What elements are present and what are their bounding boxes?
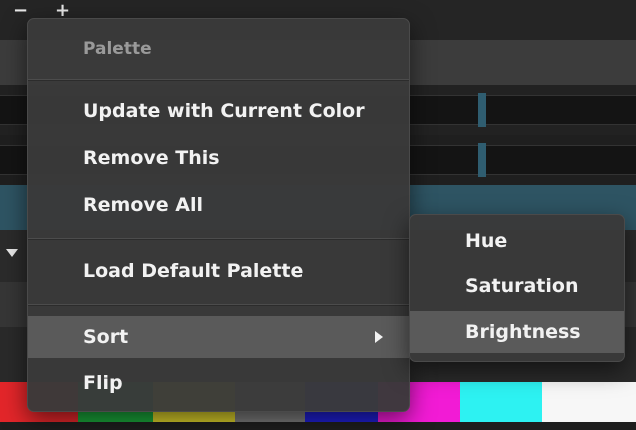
sort-item[interactable]: Sort bbox=[28, 316, 409, 358]
swatch[interactable] bbox=[460, 382, 542, 422]
menu-separator bbox=[28, 238, 409, 240]
menu-separator bbox=[28, 304, 409, 306]
sort-by-saturation-item[interactable]: Saturation bbox=[410, 265, 624, 307]
sort-submenu: Hue Saturation Brightness bbox=[409, 214, 625, 362]
slider-handle[interactable] bbox=[478, 143, 486, 177]
remove-this-item[interactable]: Remove This bbox=[28, 137, 409, 179]
swatch[interactable] bbox=[542, 382, 636, 422]
panel-footer bbox=[0, 422, 636, 430]
menu-header: Palette bbox=[83, 39, 152, 59]
palette-context-menu: Palette Update with Current Color Remove… bbox=[27, 18, 410, 412]
chevron-right-icon bbox=[375, 331, 383, 343]
remove-all-item[interactable]: Remove All bbox=[28, 184, 409, 226]
sort-label: Sort bbox=[83, 326, 129, 348]
remove-swatch-button[interactable]: − bbox=[13, 2, 28, 20]
load-default-palette-item[interactable]: Load Default Palette bbox=[28, 250, 409, 292]
disclosure-triangle-icon[interactable] bbox=[6, 249, 18, 257]
menu-separator bbox=[28, 79, 409, 81]
update-with-current-color-item[interactable]: Update with Current Color bbox=[28, 90, 409, 132]
sort-by-hue-item[interactable]: Hue bbox=[410, 220, 624, 262]
flip-item[interactable]: Flip bbox=[28, 362, 409, 404]
sort-by-brightness-item[interactable]: Brightness bbox=[410, 311, 624, 353]
slider-handle[interactable] bbox=[478, 93, 486, 127]
